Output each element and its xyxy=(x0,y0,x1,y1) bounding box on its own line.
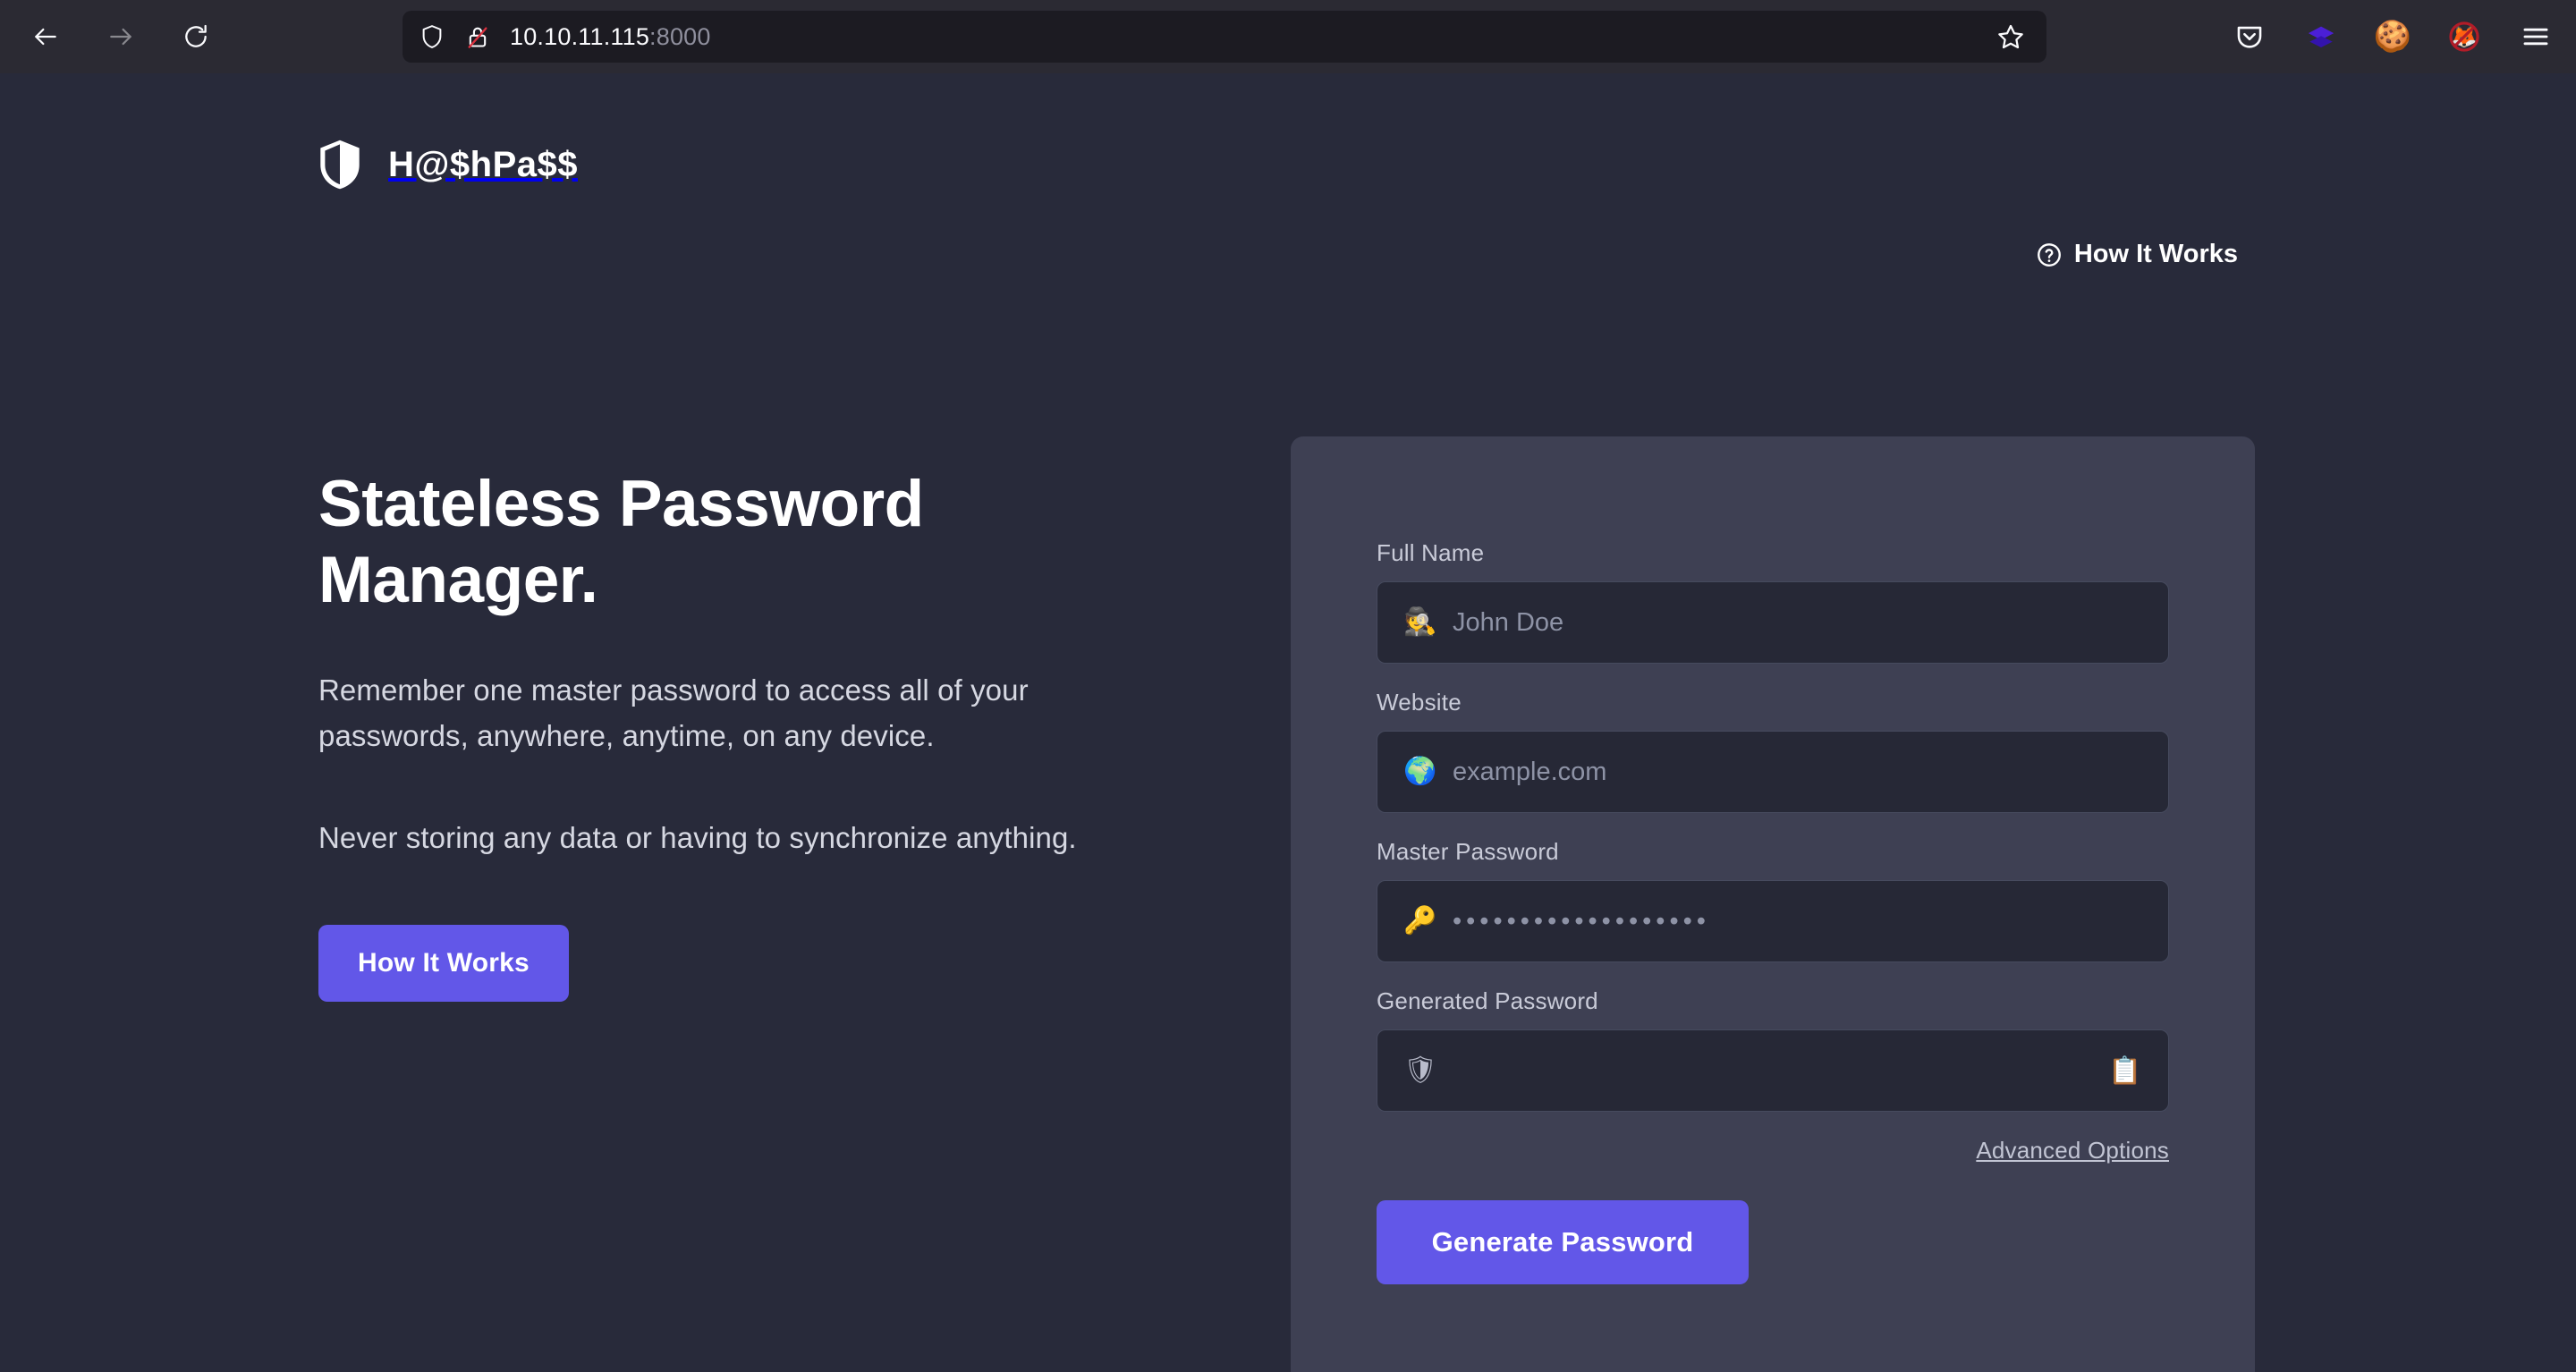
field-master-password: Master Password 🔑 ••••••••••••••••••• xyxy=(1377,838,2169,962)
url-text[interactable]: 10.10.11.115:8000 xyxy=(510,23,1987,51)
generated-password-label: Generated Password xyxy=(1377,987,1598,1014)
url-host: 10.10.11.115 xyxy=(510,22,650,50)
back-button[interactable] xyxy=(20,11,72,63)
hero-how-it-works-button[interactable]: How It Works xyxy=(318,924,569,1002)
master-password-placeholder[interactable]: ••••••••••••••••••• xyxy=(1453,907,2145,936)
header-how-it-works-link[interactable]: How It Works xyxy=(2036,240,2238,269)
layers-extension-icon[interactable] xyxy=(2299,14,2343,59)
browser-extensions-area: 🍪 🦊 xyxy=(2227,0,2558,73)
globe-icon: 🌍 xyxy=(1403,757,1437,786)
navigation-buttons xyxy=(20,11,222,63)
tracking-shield-icon[interactable] xyxy=(419,22,445,51)
pocket-icon[interactable] xyxy=(2227,14,2272,59)
no-fox-extension-icon[interactable]: 🦊 xyxy=(2442,14,2487,59)
generate-password-button[interactable]: Generate Password xyxy=(1377,1200,1749,1284)
url-port: :8000 xyxy=(649,22,711,50)
question-circle-icon xyxy=(2036,241,2063,268)
arrow-left-icon xyxy=(31,22,60,51)
page-content: H@$hPa$$ How It Works Stateless Password… xyxy=(0,73,2576,1372)
address-bar[interactable]: 10.10.11.115:8000 xyxy=(402,11,2046,63)
advanced-options-row: Advanced Options xyxy=(1377,1137,2169,1165)
full-name-label: Full Name xyxy=(1377,539,1485,566)
password-generator-form: Full Name 🕵 Website 🌍 Master Password 🔑 … xyxy=(1291,436,2255,1372)
cookie-glyph: 🍪 xyxy=(2373,20,2412,54)
website-label: Website xyxy=(1377,689,1462,716)
page-title: Stateless Password Manager. xyxy=(318,467,1267,618)
shield-half-icon xyxy=(315,138,365,191)
advanced-options-link[interactable]: Advanced Options xyxy=(1976,1137,2169,1165)
master-password-label: Master Password xyxy=(1377,838,1559,865)
hero-paragraph-1: Remember one master password to access a… xyxy=(318,673,1029,753)
website-input[interactable] xyxy=(1453,757,2145,787)
generated-password-input[interactable] xyxy=(1453,1055,2097,1086)
header-how-it-works-label: How It Works xyxy=(2073,240,2238,268)
hero-paragraph-2: Never storing any data or having to sync… xyxy=(318,820,1077,854)
field-generated-password: Generated Password 🛡 📋 xyxy=(1377,987,2169,1112)
reload-icon xyxy=(182,22,210,51)
insecure-connection-icon[interactable] xyxy=(465,22,490,51)
full-name-input[interactable] xyxy=(1453,607,2145,638)
master-password-input-wrapper[interactable]: 🔑 ••••••••••••••••••• xyxy=(1377,880,2169,962)
detective-icon: 🕵 xyxy=(1403,607,1437,637)
bookmark-button[interactable] xyxy=(1987,13,2034,60)
hamburger-menu-icon[interactable] xyxy=(2513,14,2558,59)
browser-toolbar: 10.10.11.115:8000 🍪 🦊 xyxy=(0,0,2576,73)
brand-name: H@$hPa$$ xyxy=(388,144,578,184)
field-full-name: Full Name 🕵 xyxy=(1377,539,2169,664)
shield-icon: 🛡 xyxy=(1402,1055,1438,1085)
generated-password-input-wrapper[interactable]: 🛡 📋 xyxy=(1377,1029,2169,1112)
key-icon: 🔑 xyxy=(1403,906,1437,936)
copy-to-clipboard-button[interactable]: 📋 xyxy=(2106,1047,2145,1094)
page-title-line2: Manager. xyxy=(318,543,598,616)
hero-section: Stateless Password Manager. Remember one… xyxy=(318,467,1267,1002)
arrow-right-icon xyxy=(106,22,135,51)
field-website: Website 🌍 xyxy=(1377,689,2169,813)
brand-logo[interactable]: H@$hPa$$ xyxy=(315,138,578,191)
cookie-extension-icon[interactable]: 🍪 xyxy=(2370,14,2415,59)
reload-button[interactable] xyxy=(170,11,222,63)
website-input-wrapper[interactable]: 🌍 xyxy=(1377,731,2169,813)
full-name-input-wrapper[interactable]: 🕵 xyxy=(1377,581,2169,664)
forward-button[interactable] xyxy=(95,11,147,63)
page-title-line1: Stateless Password xyxy=(318,468,924,540)
